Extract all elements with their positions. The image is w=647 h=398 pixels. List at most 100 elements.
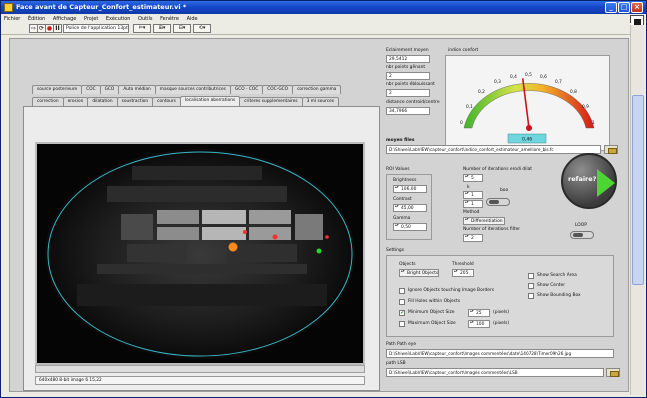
distance-value: 34,7966 (386, 107, 430, 115)
moyen-files-label: moyen files (386, 138, 415, 143)
tab-correction-gamma[interactable]: correction gamma (292, 85, 342, 94)
tab-erosion[interactable]: erosion (62, 97, 89, 106)
show-center-checkbox[interactable] (528, 283, 534, 289)
menu-projet[interactable]: Projet (81, 14, 101, 22)
filter-iterations-input[interactable]: 2 (463, 234, 483, 242)
roi-group: Brightness 106,00 Contrast 45,00 Gamma 0… (386, 174, 432, 240)
tab-row-1: source posterieure COC GCO Auto médian masqu… (32, 85, 342, 94)
menu-outils[interactable]: Outils (135, 14, 155, 22)
fill-holes-checkbox[interactable] (399, 299, 405, 305)
menu-bar: Fichier Édition Affichage Projet Exécuti… (1, 14, 646, 23)
gamma-label: Gamma (393, 216, 411, 221)
refaire-button[interactable]: refaire? (561, 153, 617, 209)
tab-correction[interactable]: correction (32, 97, 64, 106)
image-display[interactable] (35, 142, 365, 365)
align-objects-icon[interactable]: ⊨▾ (133, 24, 151, 33)
image-hscroll[interactable] (35, 365, 365, 373)
min-size-unit: (pixels) (493, 310, 510, 315)
labview-app-icon (4, 3, 13, 12)
resize-objects-icon[interactable]: ⊟▾ (173, 24, 191, 33)
close-button[interactable]: × (631, 2, 643, 13)
tab-coc-gco[interactable]: COC-GCO (262, 85, 294, 94)
tab-soustraction[interactable]: soustraction (116, 97, 154, 106)
max-size-unit: (pixels) (493, 321, 510, 326)
threshold-label: Threshold (452, 262, 474, 267)
folder-browse-icon[interactable] (604, 145, 618, 154)
objects-select[interactable]: Bright Objects (399, 269, 439, 277)
menu-fichier[interactable]: Fichier (1, 14, 23, 22)
glare-marker (272, 234, 278, 240)
scroll-thumb[interactable] (632, 95, 644, 285)
fisheye-image (45, 149, 355, 359)
glare-marker (325, 235, 329, 239)
ignore-border-checkbox[interactable] (399, 288, 405, 294)
gauge-tick-6: 0,6 (540, 74, 547, 80)
min-size-label: Minimum Object Size (408, 310, 455, 315)
confort-gauge: 0 0,1 0,2 0,3 0,4 0,5 0,6 0,7 0,8 0,9 1 … (445, 55, 610, 151)
play-icon (597, 169, 615, 197)
boo-toggle[interactable] (486, 198, 510, 206)
tab-localisation-aberrations[interactable]: localisation aberrations (179, 96, 241, 106)
k-input[interactable]: 1 (463, 191, 483, 199)
roi-label: ROI Values (386, 167, 410, 172)
tab-contours[interactable]: contours (152, 97, 181, 106)
tab-source-posterieure[interactable]: source posterieure (32, 85, 83, 94)
filter-iterations-label: Number of iterations filter (463, 227, 521, 232)
glare-marker (243, 230, 247, 234)
distribute-objects-icon[interactable]: ⊞▾ (153, 24, 171, 33)
max-size-input[interactable]: 100 (468, 320, 490, 328)
show-search-checkbox[interactable] (528, 273, 534, 279)
maximize-button[interactable]: □ (618, 2, 630, 13)
menu-aide[interactable]: Aide (184, 14, 201, 22)
tab-3ml-sources[interactable]: 3 ml sources (301, 97, 339, 106)
distance-label: distance centroid/centre (386, 100, 440, 105)
gauge-dial: 0 0,1 0,2 0,3 0,4 0,5 0,6 0,7 0,8 0,9 1 … (460, 72, 595, 144)
menu-edition[interactable]: Édition (25, 14, 48, 22)
gauge-tick-2: 0,2 (478, 89, 485, 95)
gauge-value-text: 0,46 (522, 137, 532, 143)
minimize-button[interactable]: _ (605, 2, 617, 13)
method-label: Method (463, 210, 480, 215)
gauge-tick-7: 0,7 (555, 79, 562, 85)
path-lsb-label: path LSB (386, 361, 406, 366)
show-bbox-checkbox[interactable] (528, 293, 534, 299)
method-select[interactable]: Differentiation (463, 217, 505, 225)
center-marker (316, 248, 322, 254)
erode-iterations-input[interactable]: 5 (463, 174, 483, 182)
reorder-icon[interactable]: ⟲▾ (193, 24, 211, 33)
loop-toggle[interactable] (570, 231, 594, 239)
min-size-input[interactable]: 25 (468, 309, 490, 317)
vertical-scrollbar[interactable] (630, 25, 644, 395)
font-selector[interactable]: Police de l'application 13pts (63, 24, 129, 33)
path-lsb-input[interactable]: D:\Shiwei\LabVIEW\capteur_confort\Images… (386, 368, 604, 377)
path-eye-input[interactable]: D:\Shiwei\LabVIEW\capteur_confort\Images… (386, 349, 614, 358)
tab-row-2: correction erosion dilatation soustraction c… (32, 96, 339, 106)
tab-gco[interactable]: GCO (99, 85, 120, 94)
min-size-checkbox[interactable] (399, 309, 405, 316)
tab-dilatation[interactable]: dilatation (87, 97, 118, 106)
moyen-files-path[interactable]: D:\Shiwei\LabVIEW\capteur_confort\indice… (386, 145, 601, 154)
contrast-input[interactable]: 45,00 (393, 204, 427, 212)
brightness-input[interactable]: 106,00 (393, 185, 427, 193)
tab-auto-median[interactable]: Auto médian (118, 85, 156, 94)
gamma-input[interactable]: 0,50 (393, 223, 427, 231)
labview-window: Face avant de Capteur_Confort_estimateur… (0, 0, 647, 398)
eclairement-label: Eclairement moyen (386, 48, 429, 53)
tab-coc[interactable]: COC (81, 85, 101, 94)
tab-masque-sources[interactable]: masque sources contributrices (154, 85, 231, 94)
tab-criteres-supplementaires[interactable]: criteres supplementaires (239, 97, 303, 106)
menu-execution[interactable]: Exécution (103, 14, 134, 22)
menu-fenetre[interactable]: Fenêtre (157, 14, 182, 22)
tab-gco-coc[interactable]: GCO - COC (229, 85, 264, 94)
max-size-checkbox[interactable] (399, 321, 405, 327)
k2-input[interactable]: 1 (463, 200, 483, 208)
pause-icon[interactable]: II (53, 24, 62, 33)
gauge-tick-1: 0,1 (466, 104, 473, 110)
title-bar[interactable]: Face avant de Capteur_Confort_estimateur… (1, 1, 646, 14)
gauge-tick-8: 0,8 (570, 89, 577, 95)
threshold-input[interactable]: 205 (452, 269, 474, 277)
gauge-tick-0: 0 (460, 120, 463, 126)
centroid-marker (228, 242, 238, 252)
menu-affichage[interactable]: Affichage (50, 14, 80, 22)
folder-browse-icon[interactable] (606, 368, 620, 377)
